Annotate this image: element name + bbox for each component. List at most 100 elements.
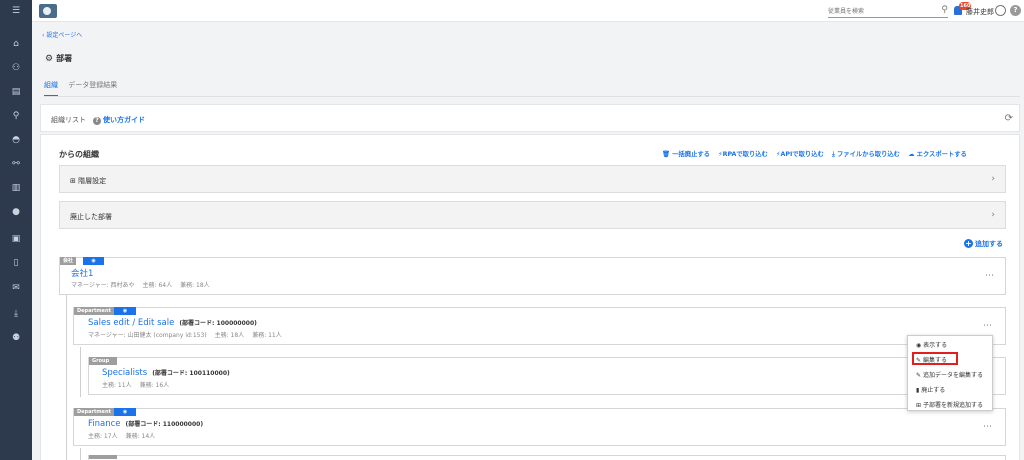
org-code: (部署コード: 100110000) [152, 370, 230, 377]
tree-line [80, 347, 81, 397]
download-icon[interactable]: ⤓ [8, 307, 24, 321]
bulk-abolish-button[interactable]: 🗑 一括廃止する [662, 151, 710, 158]
export-button[interactable]: ☁ エクスポートする [908, 151, 967, 158]
org-meta: マネージャー: 山田健太 (company id:153) 主務: 18人 兼務: … [88, 330, 290, 339]
company-logo[interactable] [39, 4, 57, 18]
home-icon[interactable]: ⌂ [8, 37, 24, 51]
menu-item-label: 追加データを編集する [922, 372, 983, 379]
pencil-icon: ✎ [916, 357, 923, 364]
search-icon[interactable]: ⚲ [8, 109, 24, 123]
menu-item-view[interactable]: ◉ 表示する [916, 340, 947, 349]
abolished-label: 廃止した部署 [70, 213, 112, 221]
add-button[interactable]: + 追加する [964, 239, 1003, 249]
chevron-right-icon: › [991, 174, 995, 184]
menu-item-edit-extra-data[interactable]: ✎ 追加データを編集する [916, 370, 983, 379]
plus-icon: + [964, 239, 973, 248]
divider [44, 96, 1020, 97]
menu-icon[interactable]: ☰ [8, 4, 24, 18]
hierarchy-label: 階層設定 [78, 177, 107, 185]
chevron-right-icon: › [991, 210, 995, 220]
org-name-link[interactable]: Sales edit / Edit sale (部署コード: 100000000) [88, 318, 257, 328]
primary-count: 主務: 11人 [102, 382, 132, 389]
mail-icon[interactable]: ✉ [8, 281, 24, 295]
more-options-icon[interactable]: ⋯ [985, 271, 994, 281]
org-type-tag: Group [89, 357, 117, 365]
primary-count: 主務: 64人 [142, 282, 173, 289]
tab-import-results[interactable]: データ登録結果 [68, 80, 117, 95]
rpa-import-label: RPAで取り込む [722, 151, 768, 158]
menu-item-add-child[interactable]: ⊞ 子部署を新規追加する [916, 400, 983, 409]
org-card-group[interactable]: Group Specialists (部署コード: 100110000) 主務: … [88, 357, 1006, 395]
org-code: (部署コード: 110000000) [125, 421, 204, 428]
org-card-group[interactable] [88, 455, 1006, 460]
eye-off-icon: ◉ [114, 408, 136, 416]
more-options-icon[interactable]: ⋯ [983, 321, 992, 331]
org-name: Specialists [102, 368, 148, 378]
org-name: Finance [88, 419, 121, 429]
pencil-icon: ✎ [916, 372, 923, 379]
org-name-link[interactable]: Specialists (部署コード: 100110000) [102, 368, 230, 378]
employee-search: ⚲ [828, 5, 948, 18]
hierarchy-settings-row[interactable]: ⊞ 階層設定 › [59, 165, 1006, 193]
org-type-tag: Department [74, 408, 114, 416]
menu-item-label: 子部署を新規追加する [922, 402, 983, 409]
menu-item-edit[interactable]: ✎ 編集する [916, 355, 947, 364]
org-list-title: 組織リスト [51, 116, 86, 124]
help-icon[interactable]: ? [1010, 5, 1021, 16]
secondary-count: 兼務: 11人 [252, 332, 282, 339]
search-icon[interactable]: ⚲ [941, 5, 948, 15]
manager-text: マネージャー: 西村あや [71, 282, 135, 289]
usage-guide-link[interactable]: ? 使い方ガイド [93, 115, 145, 125]
org-list-header: 組織リスト ? 使い方ガイド ⟳ [40, 104, 1020, 132]
secondary-count: 兼務: 14人 [125, 433, 156, 440]
rpa-import-button[interactable]: ⚡RPAで取り込む [718, 151, 768, 158]
hierarchy-icon: ⊞ [70, 177, 79, 185]
usage-guide-label: 使い方ガイド [103, 116, 145, 124]
department-icon: ⚙ [45, 54, 54, 64]
chat-icon[interactable]: ◓ [8, 133, 24, 147]
eye-off-icon: ◉ [114, 307, 136, 315]
plus-square-icon: ⊞ [916, 402, 923, 409]
secondary-count: 兼務: 18人 [180, 282, 210, 289]
file-import-button[interactable]: ⤓ ファイルから取り込む [832, 151, 900, 158]
tree-line [66, 295, 67, 460]
tabs: 組織 データ登録結果 [44, 80, 125, 97]
api-import-button[interactable]: ⚡APIで取り込む [776, 151, 824, 158]
api-import-label: APIで取り込む [780, 151, 824, 158]
tree-line [80, 448, 81, 460]
page-title: ⚙ 部署 [45, 53, 72, 64]
file-import-label: ファイルから取り込む [836, 151, 900, 158]
org-card-department[interactable]: Department ◉ Finance (部署コード: 110000000) 主… [73, 408, 1006, 446]
page-title-text: 部署 [56, 54, 73, 63]
more-options-icon[interactable]: ⋯ [983, 422, 992, 432]
menu-item-label: 表示する [923, 342, 948, 349]
book-icon[interactable]: ▯ [8, 256, 24, 270]
tab-organization[interactable]: 組織 [44, 80, 58, 97]
back-to-settings-link[interactable]: ‹ 設定ページへ [42, 30, 82, 39]
section-title: からの組織 [59, 150, 99, 159]
org-chart-icon[interactable]: ⚇ [8, 61, 24, 75]
user-settings-icon[interactable]: ⚉ [8, 331, 24, 345]
chart-icon[interactable]: ▥ [8, 181, 24, 195]
bulk-abolish-label: 一括廃止する [672, 151, 710, 158]
avatar[interactable] [995, 5, 1006, 16]
org-name-link[interactable]: 会社1 [71, 267, 93, 279]
info-icon[interactable]: ● [8, 205, 24, 219]
context-menu: ◉ 表示する ✎ 編集する ✎ 追加データを編集する ▮ 廃止する ⊞ 子部署を… [907, 335, 993, 411]
org-name-link[interactable]: Finance (部署コード: 110000000) [88, 419, 203, 429]
menu-item-abolish[interactable]: ▮ 廃止する [916, 385, 945, 394]
org-code: (部署コード: 100000000) [179, 320, 257, 327]
link-icon[interactable]: ⚯ [8, 157, 24, 171]
org-card-company[interactable]: 会社 ◉ 会社1 マネージャー: 西村あや 主務: 64人 兼務: 18人 ⋯ [59, 257, 1006, 295]
org-type-tag: Department [74, 307, 114, 315]
primary-count: 主務: 18人 [214, 332, 245, 339]
document-icon[interactable]: ▤ [8, 85, 24, 99]
contact-card-icon[interactable]: ▣ [8, 232, 24, 246]
user-name[interactable]: 藤井史郎 [966, 7, 994, 17]
org-card-department[interactable]: Department ◉ Sales edit / Edit sale (部署コー… [73, 307, 1006, 345]
back-link-label: 設定ページへ [46, 32, 83, 39]
search-input[interactable] [828, 6, 932, 17]
org-meta: 主務: 11人 兼務: 16人 [102, 380, 177, 389]
refresh-icon[interactable]: ⟳ [1005, 113, 1013, 124]
abolished-departments-row[interactable]: 廃止した部署 › [59, 201, 1006, 229]
